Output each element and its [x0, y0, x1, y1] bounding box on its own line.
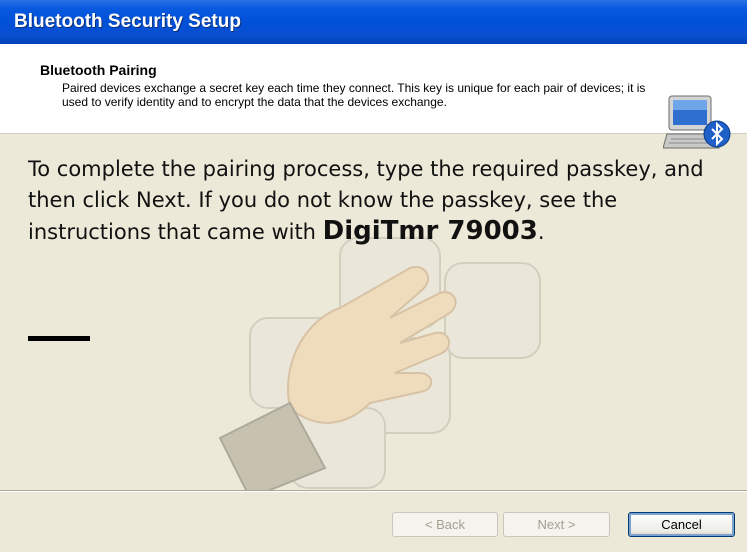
back-button[interactable]: < Back — [392, 512, 498, 537]
instruction-text: To complete the pairing process, type th… — [28, 154, 728, 248]
passkey-entry-cursor[interactable] — [28, 336, 90, 341]
header-description: Paired devices exchange a secret key eac… — [62, 81, 646, 109]
cancel-button[interactable]: Cancel — [628, 512, 735, 537]
wizard-content: To complete the pairing process, type th… — [0, 134, 747, 490]
footer-separator — [0, 490, 747, 492]
window-title: Bluetooth Security Setup — [14, 11, 241, 32]
wizard-header: Bluetooth Pairing Paired devices exchang… — [0, 44, 747, 149]
keyboard-hand-watermark — [218, 237, 541, 490]
device-name: DigiTmr 79003 — [322, 216, 538, 246]
header-title: Bluetooth Pairing — [40, 62, 157, 78]
title-bar[interactable]: Bluetooth Security Setup — [0, 0, 747, 44]
instruction-period: . — [537, 220, 545, 244]
next-button[interactable]: Next > — [503, 512, 610, 537]
